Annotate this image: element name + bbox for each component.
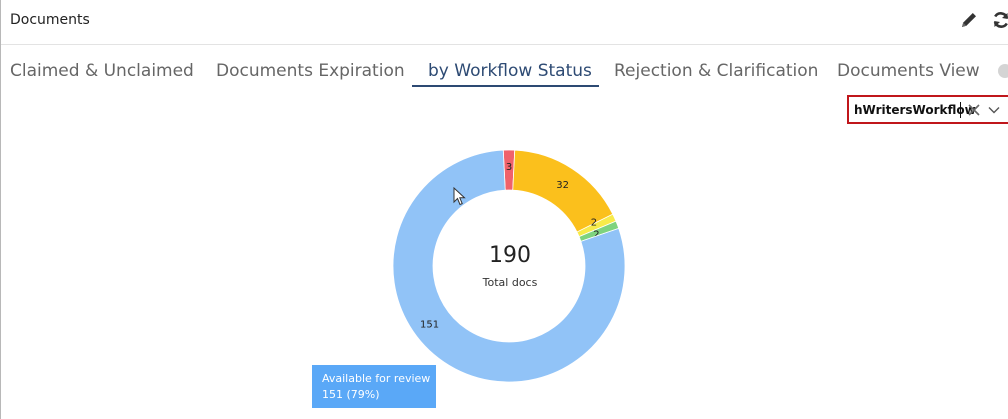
slice-label-1: 32 [556,180,569,191]
slice-label-2: 2 [591,217,597,228]
mouse-cursor-icon [453,187,466,206]
chart-tooltip: Available for review 151 (79%) [312,365,436,408]
slice-label-0: 3 [506,162,512,173]
total-docs-label: Total docs [482,276,538,289]
tooltip-value: 151 (79%) [322,388,380,401]
documents-panel: Documents Claimed & Unclaimed Documents … [0,0,1008,419]
slice-label-4: 151 [420,319,439,330]
tooltip-title: Available for review [322,372,431,385]
workflow-status-donut-chart: 33222151 [392,149,626,383]
total-docs-value: 190 [489,243,531,268]
donut-slice-1[interactable] [512,149,614,233]
